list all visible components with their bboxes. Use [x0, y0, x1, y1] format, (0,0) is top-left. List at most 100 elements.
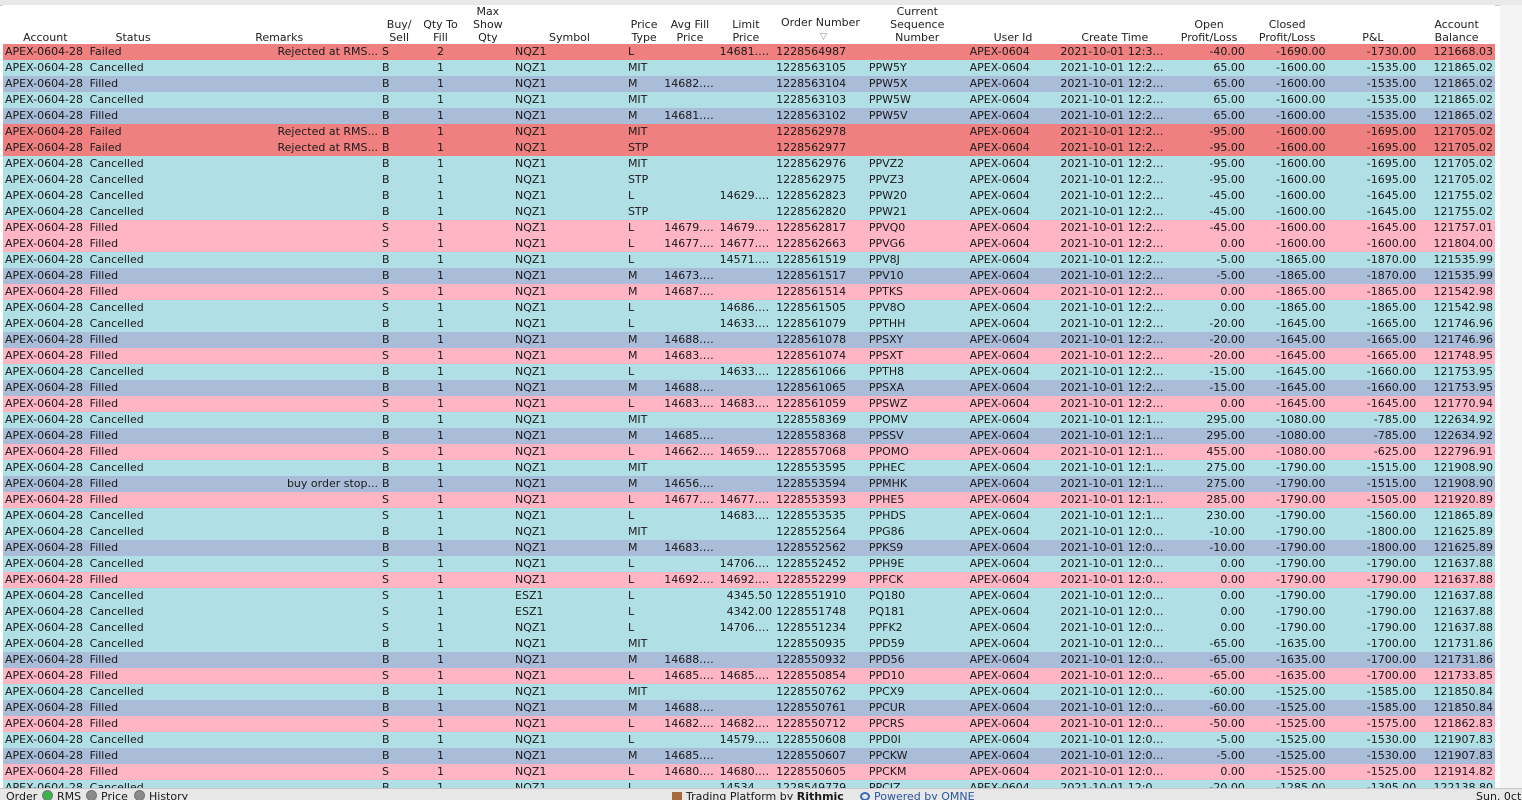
cell-limit: 14682.50	[717, 716, 775, 732]
table-row[interactable]: APEX-0604-28 Filled B 1 NQZ1 M 14683.0... 12285…	[3, 540, 1495, 556]
cell-status: Cancelled	[87, 684, 179, 700]
cell-remarks	[178, 428, 380, 444]
cell-maxshow	[462, 300, 514, 316]
column-header-cpl[interactable]: Closed Profit/Loss	[1246, 5, 1328, 44]
table-row[interactable]: APEX-0604-28 Cancelled B 1 NQZ1 MIT 1228553595…	[3, 460, 1495, 476]
table-row[interactable]: APEX-0604-28 Cancelled B 1 NQZ1 MIT 1228550935…	[3, 636, 1495, 652]
table-row[interactable]: APEX-0604-28 Filled S 1 NQZ1 L 14662.0... 14659…	[3, 444, 1495, 460]
table-row[interactable]: APEX-0604-28 Cancelled B 1 NQZ1 L 14633.00 1228…	[3, 364, 1495, 380]
cell-symbol: NQZ1	[513, 556, 626, 572]
cell-seq: PPV8J	[866, 252, 968, 268]
table-row[interactable]: APEX-0604-28 Filled B 1 NQZ1 M 14681.7... 12285…	[3, 108, 1495, 124]
table-row[interactable]: APEX-0604-28 Failed Rejected at RMS... S 2 NQ…	[3, 44, 1495, 60]
table-row[interactable]: APEX-0604-28 Cancelled S 1 NQZ1 L 14706.75 1228…	[3, 620, 1495, 636]
cell-limit	[717, 348, 775, 364]
cell-account: APEX-0604-28	[3, 364, 88, 380]
cell-avgfill: 14685.7...	[662, 668, 718, 684]
cell-remarks	[178, 332, 380, 348]
column-header-symbol[interactable]: Symbol	[513, 5, 626, 44]
table-row[interactable]: APEX-0604-28 Cancelled B 1 NQZ1 STP 1228562820…	[3, 204, 1495, 220]
column-header-seq[interactable]: Current Sequence Number	[866, 5, 968, 44]
table-row[interactable]: APEX-0604-28 Filled B 1 NQZ1 M 14685.5... 12285…	[3, 748, 1495, 764]
cell-account: APEX-0604-28	[3, 124, 88, 140]
column-header-pnl[interactable]: P&L	[1327, 5, 1419, 44]
table-row[interactable]: APEX-0604-28 Cancelled S 1 NQZ1 L 14706.75 1228…	[3, 556, 1495, 572]
column-header-side[interactable]: Buy/ Sell	[380, 5, 419, 44]
table-row[interactable]: APEX-0604-28 Cancelled B 1 NQZ1 MIT 1228558369…	[3, 412, 1495, 428]
cell-status: Filled	[87, 284, 179, 300]
column-header-ptype[interactable]: Price Type	[625, 5, 663, 44]
table-row[interactable]: APEX-0604-28 Cancelled S 1 ESZ1 L 4345.50 12285…	[3, 588, 1495, 604]
table-row[interactable]: APEX-0604-28 Filled B 1 NQZ1 M 14685.0... 12285…	[3, 428, 1495, 444]
table-row[interactable]: APEX-0604-28 Cancelled B 1 NQZ1 MIT 1228563105…	[3, 60, 1495, 76]
column-header-qty[interactable]: Qty To Fill	[418, 5, 463, 44]
cell-time: 2021-10-01 12:07:00	[1058, 684, 1172, 700]
cell-seq: PPW5Y	[866, 60, 968, 76]
table-row[interactable]: APEX-0604-28 Cancelled B 1 NQZ1 MIT 1228562976…	[3, 156, 1495, 172]
cell-maxshow	[462, 668, 514, 684]
cell-cpl: -1865.00	[1246, 300, 1328, 316]
cell-seq: PPFCK	[866, 572, 968, 588]
cell-account: APEX-0604-28	[3, 300, 88, 316]
table-row[interactable]: APEX-0604-28 Filled S 1 NQZ1 L 14683.0... 14683…	[3, 396, 1495, 412]
table-row[interactable]: APEX-0604-28 Cancelled S 1 ESZ1 L 4342.00 12285…	[3, 604, 1495, 620]
table-row[interactable]: APEX-0604-28 Filled S 1 NQZ1 L 14682.5... 14682…	[3, 716, 1495, 732]
vertical-scrollbar[interactable]	[1500, 5, 1522, 788]
table-row[interactable]: APEX-0604-28 Filled B 1 NQZ1 M 14673.7... 12285…	[3, 268, 1495, 284]
table-row[interactable]: APEX-0604-28 Filled S 1 NQZ1 M 14687.0... 12285…	[3, 284, 1495, 300]
column-header-opl[interactable]: Open Profit/Loss	[1171, 5, 1247, 44]
cell-seq: PPKS9	[866, 540, 968, 556]
cell-status: Filled	[87, 476, 179, 492]
table-row[interactable]: APEX-0604-28 Filled S 1 NQZ1 L 14677.2... 14677…	[3, 236, 1495, 252]
cell-maxshow	[462, 76, 514, 92]
table-row[interactable]: APEX-0604-28 Failed Rejected at RMS... B 1 NQ…	[3, 124, 1495, 140]
table-row[interactable]: APEX-0604-28 Cancelled S 1 NQZ1 L 14683.75 1228…	[3, 508, 1495, 524]
table-row[interactable]: APEX-0604-28 Cancelled B 1 NQZ1 L 14629.50 1228…	[3, 188, 1495, 204]
table-row[interactable]: APEX-0604-28 Filled B 1 NQZ1 M 14688.0... 12285…	[3, 652, 1495, 668]
cell-account: APEX-0604-28	[3, 188, 88, 204]
column-header-user[interactable]: User Id	[967, 5, 1059, 44]
table-row[interactable]: APEX-0604-28 Failed Rejected at RMS... B 1 NQ…	[3, 140, 1495, 156]
table-row[interactable]: APEX-0604-28 Cancelled B 1 NQZ1 STP 1228562975…	[3, 172, 1495, 188]
cell-opl: -5.00	[1171, 748, 1247, 764]
column-header-maxshow[interactable]: Max Show Qty	[462, 5, 514, 44]
table-row[interactable]: APEX-0604-28 Cancelled B 1 NQZ1 MIT 1228552564…	[3, 524, 1495, 540]
cell-balance: 121746.96	[1418, 316, 1495, 332]
column-header-balance[interactable]: Account Balance	[1418, 5, 1495, 44]
table-row[interactable]: APEX-0604-28 Filled S 1 NQZ1 L 14692.0... 14692…	[3, 572, 1495, 588]
column-header-limit[interactable]: Limit Price	[717, 5, 775, 44]
table-row[interactable]: APEX-0604-28 Filled B 1 NQZ1 M 14688.0... 12285…	[3, 700, 1495, 716]
column-header-order[interactable]: Order Number ▽	[774, 5, 867, 44]
cell-account: APEX-0604-28	[3, 236, 88, 252]
cell-time: 2021-10-01 12:09:16	[1058, 572, 1172, 588]
column-header-remarks[interactable]: Remarks	[178, 5, 380, 44]
cell-ptype: MIT	[625, 92, 663, 108]
column-header-avgfill[interactable]: Avg Fill Price	[662, 5, 718, 44]
table-row[interactable]: APEX-0604-28 Filled B 1 NQZ1 M 14682.5... 12285…	[3, 76, 1495, 92]
table-row[interactable]: APEX-0604-28 Filled S 1 NQZ1 L 14679.5... 14679…	[3, 220, 1495, 236]
cell-qty: 1	[418, 588, 463, 604]
table-row[interactable]: APEX-0604-28 Filled S 1 NQZ1 L 14680.0... 14680…	[3, 764, 1495, 780]
table-row[interactable]: APEX-0604-28 Filled S 1 NQZ1 L 14685.7... 14685…	[3, 668, 1495, 684]
cell-time: 2021-10-01 12:11:49	[1058, 476, 1172, 492]
table-row[interactable]: APEX-0604-28 Cancelled B 1 NQZ1 L 14633.00 1228…	[3, 316, 1495, 332]
table-row[interactable]: APEX-0604-28 Filled S 1 NQZ1 M 14683.0... 12285…	[3, 348, 1495, 364]
column-header-account[interactable]: Account	[3, 5, 88, 44]
table-row[interactable]: APEX-0604-28 Cancelled B 1 NQZ1 MIT 1228563103…	[3, 92, 1495, 108]
column-header-status[interactable]: Status	[87, 5, 179, 44]
cell-qty: 1	[418, 556, 463, 572]
table-row[interactable]: APEX-0604-28 Cancelled B 1 NQZ1 L 14571.50 1228…	[3, 252, 1495, 268]
cell-balance: 121705.02	[1418, 156, 1495, 172]
column-header-time[interactable]: Create Time	[1058, 5, 1172, 44]
table-row[interactable]: APEX-0604-28 Filled buy order stop... B 1 NQZ…	[3, 476, 1495, 492]
cell-side: S	[380, 300, 419, 316]
table-row[interactable]: APEX-0604-28 Filled S 1 NQZ1 L 14677.7... 14677…	[3, 492, 1495, 508]
sort-indicator-icon[interactable]: ▽	[820, 31, 827, 44]
cell-side: S	[380, 572, 419, 588]
table-row[interactable]: APEX-0604-28 Cancelled B 1 NQZ1 MIT 1228550762…	[3, 684, 1495, 700]
table-row[interactable]: APEX-0604-28 Filled B 1 NQZ1 M 14688.5... 12285…	[3, 332, 1495, 348]
table-row[interactable]: APEX-0604-28 Filled B 1 NQZ1 M 14688.5... 12285…	[3, 380, 1495, 396]
cell-time: 2021-10-01 12:26:52	[1058, 140, 1172, 156]
table-row[interactable]: APEX-0604-28 Cancelled B 1 NQZ1 L 14579.50 1228…	[3, 732, 1495, 748]
table-row[interactable]: APEX-0604-28 Cancelled S 1 NQZ1 L 14686.75 1228…	[3, 300, 1495, 316]
